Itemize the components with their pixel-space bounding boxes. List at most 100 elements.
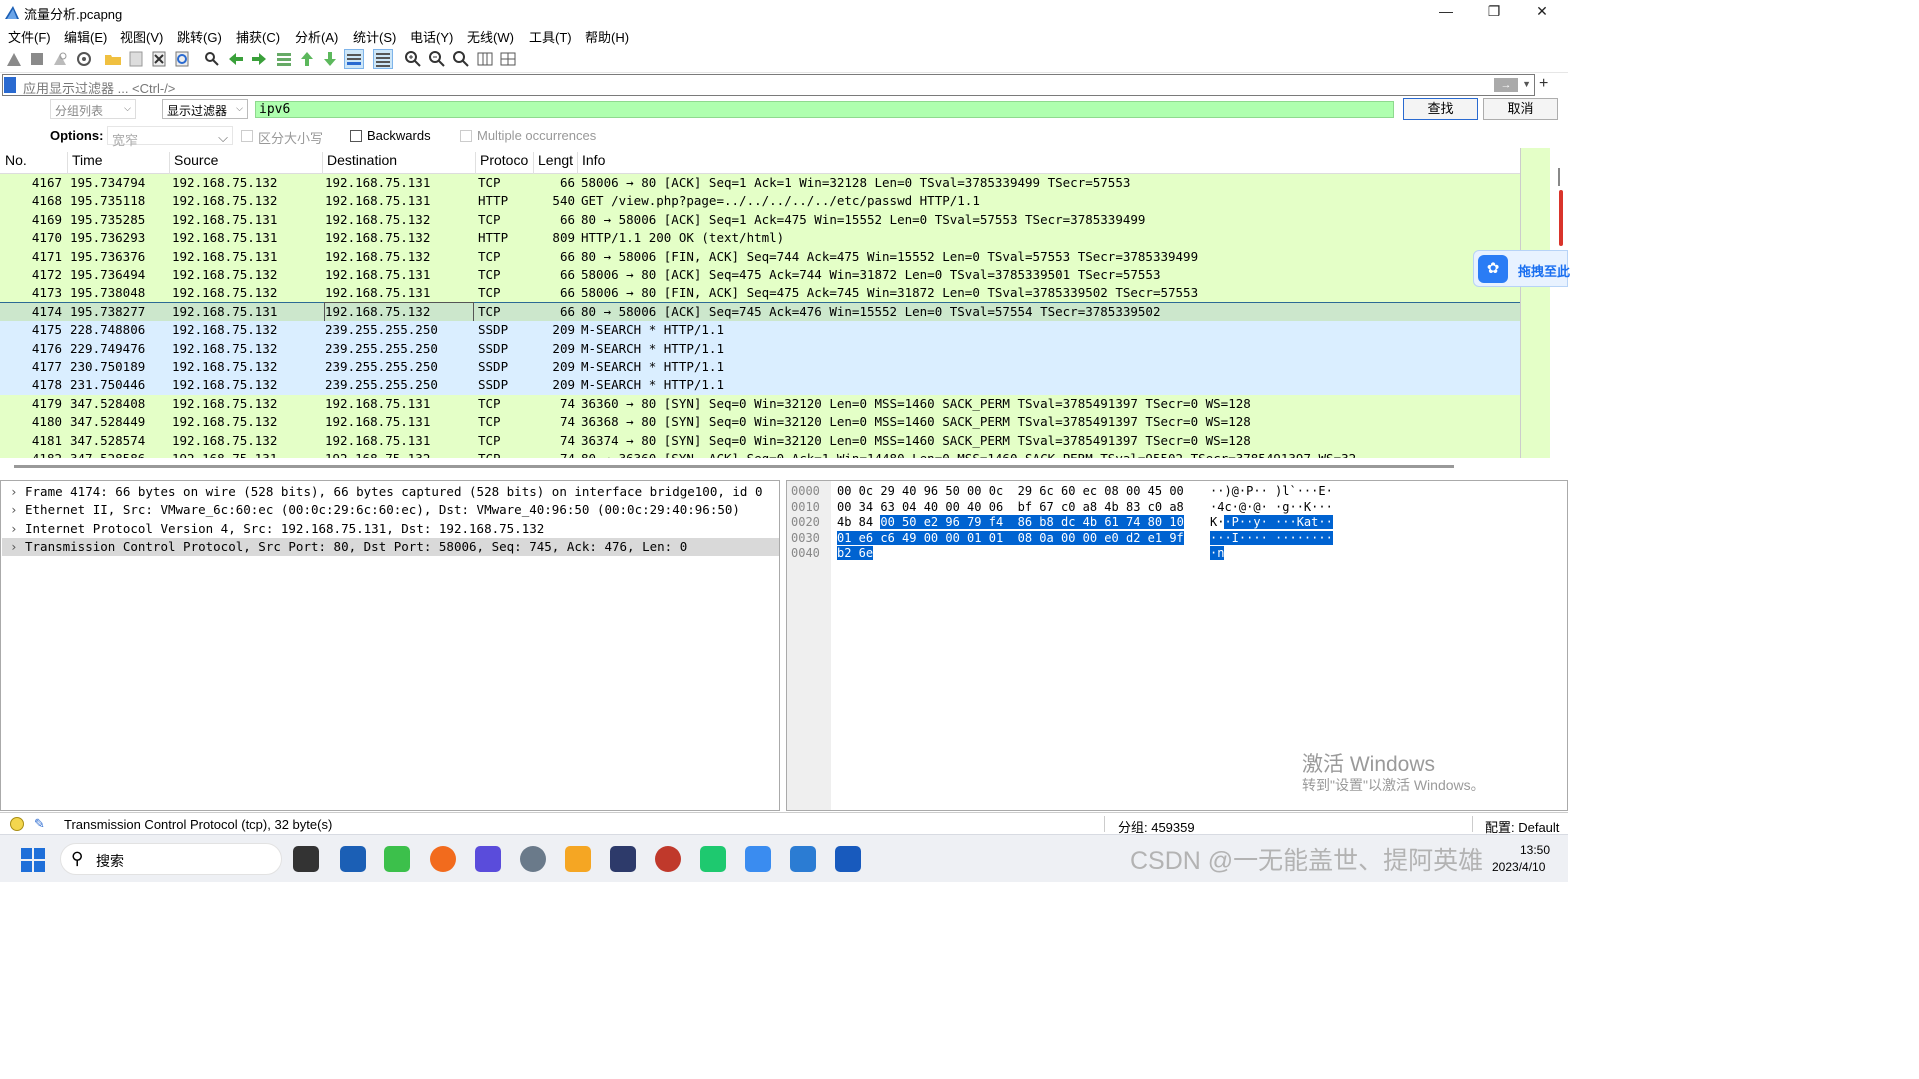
- col-no[interactable]: No.: [1, 152, 27, 174]
- save-file-icon[interactable]: [127, 50, 145, 68]
- resize-columns-icon[interactable]: [476, 50, 494, 68]
- scrollbar-thumb[interactable]: [1558, 168, 1560, 186]
- task-view-icon[interactable]: [293, 846, 319, 872]
- table-row[interactable]: 4180 347.528449 192.168.75.132 192.168.75.1…: [0, 413, 1520, 432]
- maximize-button[interactable]: ❐: [1470, 0, 1518, 24]
- col-info[interactable]: Info: [577, 152, 605, 174]
- restart-capture-icon[interactable]: [51, 50, 69, 68]
- search-type-select[interactable]: 显示过滤器 ⌵: [162, 99, 248, 119]
- table-row[interactable]: 4175 228.748806 192.168.75.132 239.255.255.…: [0, 321, 1520, 340]
- packet-list-scrollbar[interactable]: [1552, 148, 1568, 458]
- reload-file-icon[interactable]: [173, 50, 191, 68]
- hex-row[interactable]: 00 34 63 04 40 00 40 06 bf 67 c0 a8 4b 8…: [837, 500, 1184, 516]
- ascii-row[interactable]: ···I···· ········: [1210, 530, 1333, 547]
- col-destination[interactable]: Destination: [322, 152, 397, 174]
- chevron-right-icon[interactable]: ›: [10, 538, 18, 556]
- table-row[interactable]: 4167 195.734794 192.168.75.132 192.168.75.1…: [0, 174, 1520, 193]
- table-row[interactable]: 4174 195.738277 192.168.75.131 192.168.75.1…: [0, 301, 1520, 323]
- colorize-icon[interactable]: [373, 49, 393, 69]
- hex-row[interactable]: 01 e6 c6 49 00 00 01 01 08 0a 00 00 e0 d…: [837, 530, 1184, 547]
- ascii-row[interactable]: ··)@·P·· )l`···E·: [1210, 484, 1333, 500]
- first-packet-icon[interactable]: [298, 50, 316, 68]
- baidu-netdisk-app-icon[interactable]: [745, 846, 771, 872]
- search-scope-select[interactable]: 分组列表 ⌵: [50, 99, 136, 119]
- menu-tools[interactable]: 工具(T): [529, 27, 572, 46]
- menu-go[interactable]: 跳转(G): [177, 27, 222, 46]
- backwards-checkbox[interactable]: [350, 130, 362, 142]
- table-row[interactable]: 4177 230.750189 192.168.75.132 239.255.255.…: [0, 358, 1520, 377]
- display-filter-input[interactable]: 应用显示过滤器 ... <Ctrl-/>: [23, 78, 175, 97]
- menu-view[interactable]: 视图(V): [120, 27, 163, 46]
- detail-row-frame[interactable]: › Frame 4174: 66 bytes on wire (528 bits)…: [2, 483, 779, 501]
- cancel-button[interactable]: 取消: [1483, 98, 1558, 120]
- detail-row-tcp[interactable]: › Transmission Control Protocol, Src Port…: [2, 538, 779, 556]
- menu-capture[interactable]: 捕获(C): [236, 27, 280, 46]
- col-protocol[interactable]: Protoco: [475, 152, 528, 174]
- find-packet-icon[interactable]: [203, 50, 221, 68]
- multiple-occurrences-checkbox[interactable]: [460, 130, 472, 142]
- zoom-in-icon[interactable]: [404, 50, 422, 68]
- add-filter-button[interactable]: +: [1539, 75, 1548, 93]
- last-packet-icon[interactable]: [321, 50, 339, 68]
- chevron-right-icon[interactable]: ›: [10, 501, 18, 519]
- app-icon[interactable]: [655, 846, 681, 872]
- layout-icon[interactable]: [499, 50, 517, 68]
- detail-row-ethernet[interactable]: › Ethernet II, Src: VMware_6c:60:ec (00:0…: [2, 501, 779, 519]
- menu-statistics[interactable]: 统计(S): [353, 27, 396, 46]
- chevron-right-icon[interactable]: ›: [10, 520, 18, 538]
- menu-file[interactable]: 文件(F): [8, 27, 51, 46]
- menu-telephony[interactable]: 电话(Y): [410, 27, 453, 46]
- col-length[interactable]: Lengt: [533, 152, 573, 174]
- taskbar-search-box[interactable]: ⚲ 搜索: [60, 843, 282, 875]
- word-app-icon[interactable]: [835, 846, 861, 872]
- ascii-row[interactable]: K··P··y· ···Kat··: [1210, 515, 1333, 531]
- table-row[interactable]: 4170 195.736293 192.168.75.131 192.168.75.1…: [0, 229, 1520, 248]
- notepad-app-icon[interactable]: [790, 846, 816, 872]
- close-button[interactable]: ✕: [1518, 0, 1566, 24]
- ascii-row[interactable]: ·n: [1210, 546, 1225, 562]
- baidu-drop-widget[interactable]: ✿ 拖拽至此: [1473, 250, 1570, 287]
- app-icon[interactable]: [475, 846, 501, 872]
- find-input[interactable]: ipv6: [255, 101, 1394, 118]
- wechat-app-icon[interactable]: [384, 846, 410, 872]
- start-capture-icon[interactable]: [5, 50, 23, 68]
- packet-list-hscrollbar[interactable]: [0, 460, 1568, 474]
- apply-filter-icon[interactable]: →: [1494, 78, 1518, 92]
- hscroll-thumb[interactable]: [14, 465, 1454, 468]
- table-row[interactable]: 4178 231.750446 192.168.75.132 239.255.255.…: [0, 376, 1520, 395]
- app-icon[interactable]: [520, 846, 546, 872]
- devcpp-app-icon[interactable]: [610, 846, 636, 872]
- col-time[interactable]: Time: [67, 152, 103, 174]
- zoom-normal-icon[interactable]: [452, 50, 470, 68]
- expert-info-icon[interactable]: [10, 817, 24, 831]
- table-row[interactable]: 4176 229.749476 192.168.75.132 239.255.255.…: [0, 339, 1520, 358]
- open-file-icon[interactable]: [104, 50, 122, 68]
- zoom-out-icon[interactable]: [428, 50, 446, 68]
- hex-row[interactable]: 00 0c 29 40 96 50 00 0c 29 6c 60 ec 08 0…: [837, 484, 1184, 500]
- display-filter-bar[interactable]: 应用显示过滤器 ... <Ctrl-/> → ▼: [2, 74, 1535, 96]
- col-source[interactable]: Source: [169, 152, 218, 174]
- table-row[interactable]: 4181 347.528574 192.168.75.132 192.168.75.1…: [0, 431, 1520, 450]
- bookmark-icon[interactable]: [4, 77, 16, 93]
- edit-comment-icon[interactable]: ✎: [34, 816, 45, 832]
- close-file-icon[interactable]: [150, 50, 168, 68]
- packet-list[interactable]: No. Time Source Destination Protoco Leng…: [0, 148, 1520, 458]
- pycharm-app-icon[interactable]: [700, 846, 726, 872]
- table-row[interactable]: 4171 195.736376 192.168.75.131 192.168.75.1…: [0, 247, 1520, 266]
- capture-options-icon[interactable]: [75, 50, 93, 68]
- stop-capture-icon[interactable]: [28, 50, 46, 68]
- firefox-app-icon[interactable]: [430, 846, 456, 872]
- case-sensitive-checkbox[interactable]: [241, 130, 253, 142]
- go-back-icon[interactable]: [227, 50, 245, 68]
- menu-wireless[interactable]: 无线(W): [467, 27, 514, 46]
- hex-row[interactable]: 4b 84 00 50 e2 96 79 f4 86 b8 dc 4b 61 7…: [837, 515, 1184, 531]
- table-row[interactable]: 4182 347.528586 192.168.75.131 192.168.75.1…: [0, 450, 1520, 458]
- go-to-packet-icon[interactable]: [275, 50, 293, 68]
- filter-history-dropdown-icon[interactable]: ▼: [1522, 79, 1531, 89]
- detail-row-ipv4[interactable]: › Internet Protocol Version 4, Src: 192.1…: [2, 520, 779, 538]
- auto-scroll-icon[interactable]: [344, 49, 364, 69]
- table-row[interactable]: 4172 195.736494 192.168.75.132 192.168.75.1…: [0, 266, 1520, 285]
- table-row[interactable]: 4173 195.738048 192.168.75.132 192.168.75.1…: [0, 284, 1520, 303]
- table-row[interactable]: 4169 195.735285 192.168.75.131 192.168.75.1…: [0, 210, 1520, 230]
- find-button[interactable]: 查找: [1403, 98, 1478, 120]
